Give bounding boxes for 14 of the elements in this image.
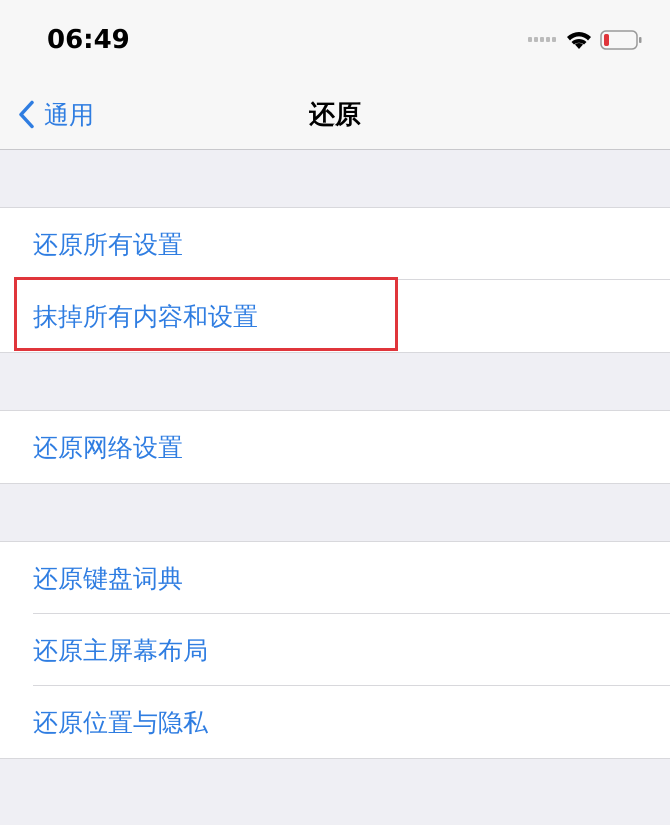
- settings-item[interactable]: 还原主屏幕布局: [33, 634, 208, 666]
- back-button[interactable]: 通用: [18, 98, 94, 131]
- signal-icon: [528, 37, 558, 43]
- status-time: 06:49: [47, 25, 130, 55]
- settings-item[interactable]: 还原网络设置: [33, 430, 183, 464]
- settings-item[interactable]: 抹掉所有内容和设置: [33, 300, 258, 332]
- settings-item[interactable]: 还原键盘词典: [33, 562, 183, 594]
- wifi-icon: [566, 30, 592, 50]
- chevron-left-icon: [18, 100, 34, 128]
- back-label[interactable]: 通用: [44, 98, 94, 131]
- settings-item[interactable]: 还原所有设置: [33, 228, 183, 260]
- settings-item[interactable]: 还原位置与隐私: [33, 706, 208, 738]
- page-title: 还原: [309, 99, 361, 132]
- battery-icon: [600, 30, 642, 50]
